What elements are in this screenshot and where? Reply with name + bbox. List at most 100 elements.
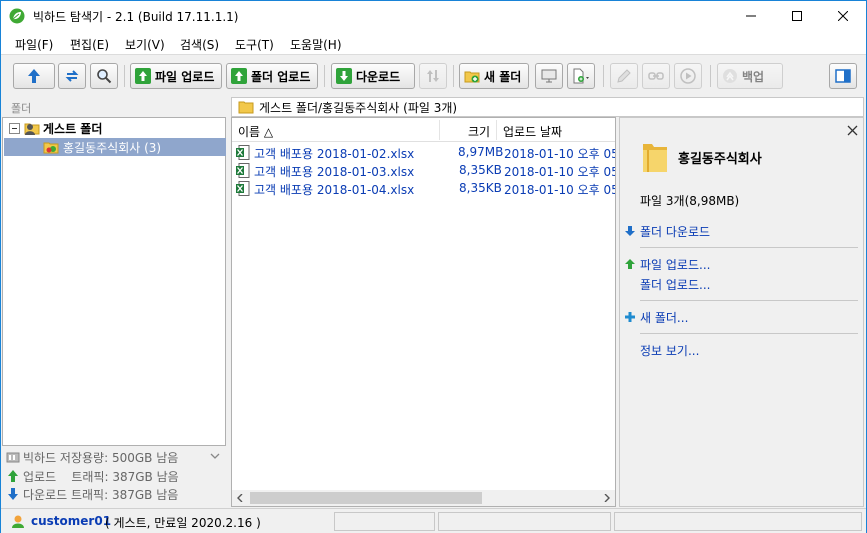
menu-file[interactable]: 파일(F) [15, 36, 53, 53]
link-button[interactable] [642, 63, 670, 89]
info-folder-upload-link[interactable]: 폴더 업로드... [624, 275, 710, 293]
scroll-left-icon[interactable] [236, 494, 244, 502]
excel-file-icon [236, 145, 250, 160]
column-divider[interactable] [496, 120, 497, 140]
column-header-size[interactable]: 크기 [468, 123, 490, 140]
upload-file-button[interactable]: 파일 업로드 [130, 63, 222, 89]
toolbar-separator [453, 65, 454, 87]
info-link-label: 정보 보기... [640, 343, 700, 358]
monitor-icon [541, 69, 557, 83]
transfer-button[interactable] [419, 63, 447, 89]
tree-item-label: 게스트 폴더 [43, 121, 103, 136]
close-window-button[interactable] [820, 1, 866, 31]
tree-item-guest-folder[interactable]: 게스트 폴더 [9, 119, 102, 137]
play-button[interactable] [674, 63, 702, 89]
status-cell [334, 512, 435, 531]
backup-button[interactable]: 백업 [717, 63, 783, 89]
info-file-upload-link[interactable]: 파일 업로드... [624, 255, 710, 273]
maximize-button[interactable] [774, 1, 820, 31]
guest-folder-icon [24, 123, 40, 135]
edit-icon [617, 69, 631, 83]
upload-traffic-row: 업로드 트래픽: 387GB 남음 [6, 467, 179, 485]
info-new-folder-link[interactable]: 새 폴더... [624, 308, 688, 326]
toolbar: 파일 업로드 폴더 업로드 다운로드 새 폴더 백업 [1, 56, 866, 96]
scroll-thumb[interactable] [250, 492, 482, 504]
shared-folder-icon [43, 142, 59, 154]
presentation-button[interactable] [535, 63, 563, 89]
download-button[interactable]: 다운로드 [331, 63, 415, 89]
parent-folder-button[interactable] [13, 63, 55, 89]
excel-file-icon [236, 181, 250, 196]
status-bar: customer01 ( 게스트, 만료일 2020.2.16 ) [1, 508, 866, 533]
menu-tools[interactable]: 도구(T) [235, 36, 274, 53]
file-row[interactable]: 고객 배포용 2018-01-04.xlsx 8,35KB 2018-01-10… [232, 179, 615, 197]
file-size: 8,35KB [459, 163, 502, 177]
close-panel-icon[interactable] [847, 125, 858, 136]
upload-folder-label: 폴더 업로드 [251, 69, 311, 84]
file-row[interactable]: 고객 배포용 2018-01-02.xlsx 8,97MB 2018-01-10… [232, 143, 615, 161]
info-panel: 홍길동주식회사 파일 3개(8,98MB) 폴더 다운로드 파일 업로드... … [619, 117, 864, 507]
tree-item-company-folder[interactable]: 홍길동주식회사 (3) [4, 138, 226, 156]
info-link-label: 새 폴더... [640, 310, 689, 325]
toggle-info-panel-button[interactable] [829, 63, 857, 89]
large-folder-icon [643, 144, 667, 172]
download-traffic-row: 다운로드 트래픽: 387GB 남음 [6, 485, 178, 503]
backup-icon [723, 69, 737, 83]
upload-arrow-icon [8, 470, 18, 482]
chevron-down-icon[interactable] [210, 453, 220, 460]
app-window: 빅하드 탐색기 - 2.1 (Build 17.11.1.1) 파일(F) 편집… [0, 0, 867, 533]
info-link-label: 폴더 업로드... [640, 277, 711, 292]
file-date: 2018-01-10 오후 05:1 [504, 183, 615, 197]
download-arrow-icon [8, 488, 18, 500]
menu-view[interactable]: 보기(V) [125, 36, 165, 53]
folder-panel-header: 폴더 [11, 102, 32, 115]
toolbar-separator [603, 65, 604, 87]
refresh-icon [65, 70, 79, 82]
info-summary: 파일 3개(8,98MB) [640, 194, 740, 208]
new-folder-icon [464, 71, 480, 83]
column-header-name[interactable]: 이름 △ [238, 123, 273, 140]
upload-icon [135, 68, 151, 84]
add-file-menu-button[interactable] [567, 63, 595, 89]
add-file-icon [573, 68, 589, 84]
minimize-button[interactable] [728, 1, 774, 31]
collapse-icon[interactable] [9, 122, 20, 134]
upload-traffic-text: 업로드 트래픽: 387GB 남음 [23, 469, 179, 484]
horizontal-scrollbar[interactable] [232, 490, 615, 506]
menu-search[interactable]: 검색(S) [180, 36, 219, 53]
storage-icon [6, 452, 20, 463]
column-divider[interactable] [439, 120, 440, 140]
user-icon [12, 515, 24, 528]
up-down-arrows-icon [427, 70, 439, 82]
scroll-right-icon[interactable] [603, 494, 611, 502]
file-list-header: 이름 △ 크기 업로드 날짜 [232, 118, 615, 142]
maximize-icon [792, 11, 802, 21]
play-icon [680, 68, 696, 84]
file-row[interactable]: 고객 배포용 2018-01-03.xlsx 8,35KB 2018-01-10… [232, 161, 615, 179]
info-folder-download-link[interactable]: 폴더 다운로드 [624, 222, 710, 240]
storage-status: 빅하드 저장용량: 500GB 남음 업로드 트래픽: 387GB 남음 다운로… [2, 447, 226, 507]
upload-arrow-icon [625, 259, 635, 269]
user-id: customer01 [31, 514, 112, 528]
upload-folder-button[interactable]: 폴더 업로드 [226, 63, 318, 89]
upload-icon [231, 68, 247, 84]
link-icon [648, 72, 664, 80]
divider [640, 333, 858, 334]
download-traffic-text: 다운로드 트래픽: 387GB 남음 [23, 487, 179, 502]
menu-help[interactable]: 도움말(H) [290, 36, 342, 53]
new-folder-button[interactable]: 새 폴더 [459, 63, 529, 89]
file-size: 8,97MB [458, 145, 504, 159]
storage-text: 빅하드 저장용량: 500GB 남음 [23, 450, 179, 465]
info-view-link[interactable]: 정보 보기... [624, 341, 699, 359]
menu-edit[interactable]: 편집(E) [70, 36, 109, 53]
search-button[interactable] [90, 63, 118, 89]
refresh-button[interactable] [58, 63, 86, 89]
column-header-date[interactable]: 업로드 날짜 [503, 123, 562, 140]
new-folder-label: 새 폴더 [484, 69, 522, 84]
backup-label: 백업 [742, 69, 765, 84]
edit-button[interactable] [610, 63, 638, 89]
tree-item-label: 홍길동주식회사 (3) [63, 140, 162, 155]
folder-icon [238, 101, 254, 114]
info-link-label: 폴더 다운로드 [640, 224, 711, 239]
excel-file-icon [236, 163, 250, 178]
